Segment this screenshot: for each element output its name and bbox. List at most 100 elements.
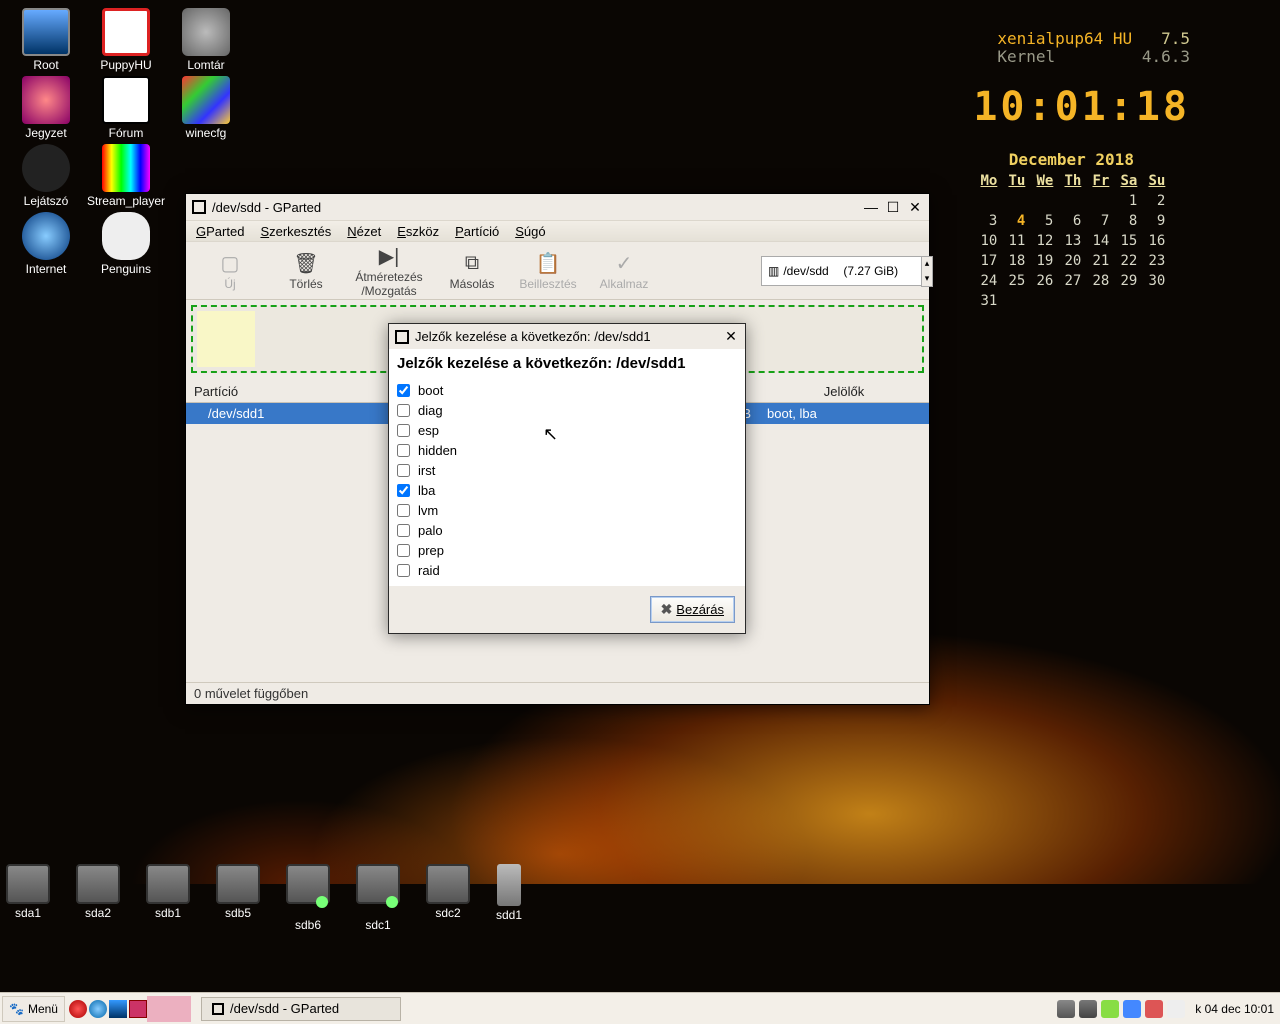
menu-gparted[interactable]: GParted — [196, 224, 244, 239]
drive-label: sdb6 — [286, 918, 330, 932]
kill-icon[interactable] — [69, 1000, 87, 1018]
new-button[interactable]: ▢Új — [192, 251, 268, 291]
flag-palo[interactable]: palo — [397, 520, 737, 540]
flag-checkbox[interactable] — [397, 524, 410, 537]
close-label: Bezárás — [676, 602, 724, 617]
calendar-day: 19 — [1029, 251, 1057, 271]
quicklaunch — [69, 1000, 147, 1018]
shield-icon[interactable] — [1145, 1000, 1163, 1018]
desktop-icon[interactable] — [109, 1000, 127, 1018]
desktop-fórum[interactable]: Fórum — [86, 76, 166, 140]
desktop-stream_player[interactable]: Stream_player — [86, 144, 166, 208]
partition-region[interactable] — [197, 311, 255, 367]
flag-checkbox[interactable] — [397, 544, 410, 557]
flag-boot[interactable]: boot — [397, 380, 737, 400]
cpu-icon[interactable] — [1079, 1000, 1097, 1018]
drive-sdc1[interactable]: sdc1 — [356, 864, 400, 932]
icon-label: Fórum — [86, 126, 166, 140]
drive-sdb5[interactable]: sdb5 — [216, 864, 260, 932]
sound-icon[interactable] — [1057, 1000, 1075, 1018]
resize-button[interactable]: ▶|Átméretezés/Mozgatás — [344, 244, 434, 298]
maximize-button[interactable]: ☐ — [885, 199, 901, 216]
dropdown-spinner[interactable]: ▴▾ — [921, 256, 933, 287]
menu-súgó[interactable]: Súgó — [515, 224, 545, 239]
drive-sdb1[interactable]: sdb1 — [146, 864, 190, 932]
drive-sdd1[interactable]: sdd1 — [496, 864, 522, 932]
desktop-puppyhu[interactable]: PuppyHU — [86, 8, 166, 72]
workspace-pager[interactable] — [147, 996, 191, 1022]
flag-checkbox[interactable] — [397, 404, 410, 417]
minimize-button[interactable]: — — [863, 199, 879, 215]
calendar-day: 22 — [1113, 251, 1141, 271]
device-name: /dev/sdd — [783, 264, 828, 278]
dialog-titlebar[interactable]: Jelzők kezelése a következőn: /dev/sdd1 … — [389, 324, 745, 349]
calendar-day — [1085, 291, 1113, 311]
tux-icon[interactable] — [1167, 1000, 1185, 1018]
calendar-day: 4 — [1001, 211, 1029, 231]
flag-checkbox[interactable] — [397, 504, 410, 517]
globe-icon[interactable] — [89, 1000, 107, 1018]
workspaces-icon[interactable] — [129, 1000, 147, 1018]
dialog-close-icon[interactable]: ✕ — [723, 328, 739, 345]
drive-sdb6[interactable]: sdb6 — [286, 864, 330, 932]
download-icon[interactable] — [1123, 1000, 1141, 1018]
desktop-lomtár[interactable]: Lomtár — [166, 8, 246, 72]
paste-button[interactable]: 📋Beillesztés — [510, 251, 586, 291]
menu-nézet[interactable]: Nézet — [347, 224, 381, 239]
flag-diag[interactable]: diag — [397, 400, 737, 420]
flag-esp[interactable]: esp — [397, 420, 737, 440]
flag-hidden[interactable]: hidden — [397, 440, 737, 460]
monitor-icon — [22, 8, 70, 56]
flag-checkbox[interactable] — [397, 424, 410, 437]
flag-checkbox[interactable] — [397, 464, 410, 477]
titlebar[interactable]: /dev/sdd - GParted — ☐ ✕ — [186, 194, 929, 220]
flag-lba[interactable]: lba — [397, 480, 737, 500]
stream-icon — [102, 144, 150, 192]
distro-label: xenialpup64 HU — [997, 29, 1132, 48]
flag-checkbox[interactable] — [397, 564, 410, 577]
menu-partíció[interactable]: Partíció — [455, 224, 499, 239]
window-icon — [395, 330, 409, 344]
battery-icon[interactable] — [1101, 1000, 1119, 1018]
calendar-day: 28 — [1085, 271, 1113, 291]
toolbar: ▢Új 🗑Törlés ▶|Átméretezés/Mozgatás ⧉Máso… — [186, 242, 929, 300]
desktop-jegyzet[interactable]: Jegyzet — [6, 76, 86, 140]
forum-icon — [102, 76, 150, 124]
usb-icon — [497, 864, 521, 906]
calendar: December 2018 MoTuWeThFrSaSu 12345678910… — [973, 150, 1169, 311]
drive-sda2[interactable]: sda2 — [76, 864, 120, 932]
device-selector[interactable]: ▥ /dev/sdd (7.27 GiB) ▴▾ — [761, 256, 923, 286]
flag-irst[interactable]: irst — [397, 460, 737, 480]
taskbar-clock: k 04 dec 10:01 — [1195, 1002, 1274, 1016]
flag-label: prep — [418, 543, 444, 558]
flag-prep[interactable]: prep — [397, 540, 737, 560]
col-partition[interactable]: Partíció — [186, 381, 402, 403]
flags-list: bootdiagesphiddenirstlba lvm palo prep raid — [389, 378, 745, 586]
menu-szerkesztés[interactable]: Szerkesztés — [260, 224, 331, 239]
desktop-penguins[interactable]: Penguins — [86, 212, 166, 276]
desktop-internet[interactable]: Internet — [6, 212, 86, 276]
drive-sdc2[interactable]: sdc2 — [426, 864, 470, 932]
col-flags[interactable]: Jelölők — [759, 381, 929, 403]
flag-checkbox[interactable] — [397, 484, 410, 497]
desktop-winecfg[interactable]: winecfg — [166, 76, 246, 140]
hdd-icon — [76, 864, 120, 904]
flag-raid[interactable]: raid — [397, 560, 737, 580]
task-label: /dev/sdd - GParted — [230, 1001, 339, 1016]
task-button[interactable]: /dev/sdd - GParted — [201, 997, 401, 1021]
close-button[interactable]: ✖ Bezárás — [650, 596, 735, 623]
flag-lvm[interactable]: lvm — [397, 500, 737, 520]
flag-checkbox[interactable] — [397, 384, 410, 397]
flag-label: lvm — [418, 503, 438, 518]
desktop-lejátszó[interactable]: Lejátszó — [6, 144, 86, 208]
calendar-day — [1001, 291, 1029, 311]
copy-button[interactable]: ⧉Másolás — [434, 251, 510, 291]
desktop-root[interactable]: Root — [6, 8, 86, 72]
close-button[interactable]: ✕ — [907, 199, 923, 216]
drive-sda1[interactable]: sda1 — [6, 864, 50, 932]
apply-button[interactable]: ✓Alkalmaz — [586, 251, 662, 291]
flag-checkbox[interactable] — [397, 444, 410, 457]
menu-eszköz[interactable]: Eszköz — [397, 224, 439, 239]
delete-button[interactable]: 🗑Törlés — [268, 251, 344, 291]
menu-button[interactable]: 🐾 Menü — [2, 996, 65, 1022]
